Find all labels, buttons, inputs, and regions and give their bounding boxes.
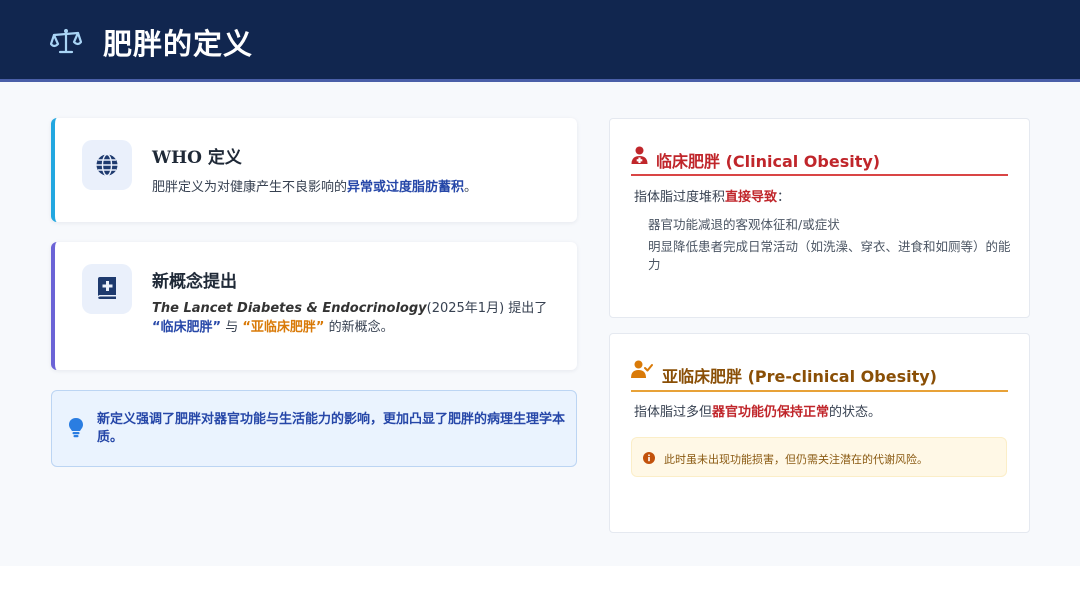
preclinical-obesity-card: 亚临床肥胖 (Pre-clinical Obesity) 指体脂过多但器官功能仍… — [609, 333, 1030, 533]
term-clinical: “临床肥胖” — [152, 320, 222, 335]
info-circle-icon — [643, 452, 655, 464]
text-after-journal: (2025年1月) 提出了 — [426, 301, 548, 316]
preclinical-lead-highlight: 器官功能仍保持正常 — [712, 405, 830, 420]
medical-book-icon — [98, 277, 116, 299]
preclinical-warning: 此时虽未出现功能损害，但仍需关注潜在的代谢风险。 — [631, 437, 1007, 477]
new-concept-text: The Lancet Diabetes & Endocrinology(2025… — [152, 299, 572, 337]
text-end: 的新概念。 — [328, 320, 394, 335]
clinical-lead-highlight: 直接导致 — [725, 190, 778, 205]
who-icon-box — [82, 140, 132, 190]
who-definition-card: WHO 定义 肥胖定义为对健康产生不良影响的异常或过度脂肪蓄积。 — [51, 118, 577, 222]
preclinical-divider — [631, 390, 1008, 392]
clinical-divider — [631, 174, 1008, 176]
clinical-title: 临床肥胖 (Clinical Obesity) — [656, 152, 881, 171]
who-text-highlight: 异常或过度脂肪蓄积 — [347, 180, 465, 195]
who-card-title: WHO 定义 — [152, 148, 242, 168]
user-medical-icon — [631, 146, 648, 164]
key-note-text: 新定义强调了肥胖对器官功能与生活能力的影响，更加凸显了肥胖的病理生理学本质。 — [97, 412, 566, 445]
clinical-item-1: 器官功能减退的客观体征和/或症状 — [648, 217, 840, 232]
who-card-text: 肥胖定义为对健康产生不良影响的异常或过度脂肪蓄积。 — [152, 178, 562, 197]
clinical-lead-suffix: ： — [777, 190, 791, 205]
page-title: 肥胖的定义 — [103, 27, 254, 61]
conjunction: 与 — [225, 320, 239, 335]
clinical-lead: 指体脂过度堆积直接导致： — [634, 188, 1014, 207]
balance-scale-icon — [50, 28, 82, 54]
user-check-icon — [631, 360, 653, 378]
lightbulb-icon — [69, 418, 83, 438]
globe-icon — [96, 153, 118, 177]
journal-name: The Lancet Diabetes & Endocrinology — [152, 301, 427, 316]
new-concept-icon-box — [82, 264, 132, 314]
who-text-suffix: 。 — [464, 180, 478, 195]
preclinical-warning-text: 此时虽未出现功能损害，但仍需关注潜在的代谢风险。 — [664, 453, 928, 466]
preclinical-lead-prefix: 指体脂过多但 — [634, 405, 713, 420]
slide: 肥胖的定义 WHO 定义 肥胖定义为对健康产生不良影响的异常或过度脂肪蓄积。 新… — [0, 0, 1080, 566]
key-note-box: 新定义强调了肥胖对器官功能与生活能力的影响，更加凸显了肥胖的病理生理学本质。 — [51, 390, 577, 467]
header-bar: 肥胖的定义 — [0, 0, 1080, 82]
term-preclinical: “亚临床肥胖” — [242, 320, 325, 335]
preclinical-title: 亚临床肥胖 (Pre-clinical Obesity) — [662, 367, 937, 386]
preclinical-lead-suffix: 的状态。 — [829, 405, 882, 420]
clinical-item-2: 明显降低患者完成日常活动（如洗澡、穿衣、进食和如厕等）的能力 — [648, 239, 1011, 272]
clinical-obesity-card: 临床肥胖 (Clinical Obesity) 指体脂过度堆积直接导致： 器官功… — [609, 118, 1030, 318]
new-concept-title: 新概念提出 — [152, 272, 237, 292]
new-concept-card: 新概念提出 The Lancet Diabetes & Endocrinolog… — [51, 242, 577, 370]
clinical-lead-prefix: 指体脂过度堆积 — [634, 190, 726, 205]
who-text-prefix: 肥胖定义为对健康产生不良影响的 — [152, 180, 348, 195]
preclinical-lead: 指体脂过多但器官功能仍保持正常的状态。 — [634, 403, 1014, 422]
